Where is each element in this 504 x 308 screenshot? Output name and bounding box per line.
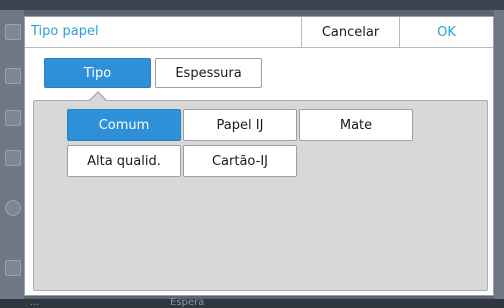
tool-icon (5, 260, 21, 276)
doc-icon (5, 110, 21, 126)
ok-button[interactable]: OK (399, 17, 493, 47)
dialog-title: Tipo papel (31, 24, 99, 39)
cancel-button[interactable]: Cancelar (301, 17, 399, 47)
doc-icon (5, 150, 21, 166)
options-panel: Comum Papel IJ Mate Alta qualid. Cartão-… (33, 100, 488, 291)
option-papel-ij[interactable]: Papel IJ (183, 109, 297, 141)
background-left-sidebar (0, 10, 24, 300)
status-text: Espera (170, 297, 205, 308)
tab-pointer-fill (90, 93, 106, 101)
doc-icon (5, 24, 21, 40)
check-icon (5, 200, 21, 216)
background-top-bar (0, 0, 504, 10)
status-text: ... (30, 297, 40, 308)
option-cartao-ij[interactable]: Cartão-IJ (183, 145, 297, 177)
option-alta-qualid[interactable]: Alta qualid. (67, 145, 181, 177)
option-comum[interactable]: Comum (67, 109, 181, 141)
dialog-header: Tipo papel Cancelar OK (25, 17, 493, 48)
paper-type-dialog: Tipo papel Cancelar OK Tipo Espessura Co… (24, 16, 494, 296)
option-mate[interactable]: Mate (299, 109, 413, 141)
tab-espessura[interactable]: Espessura (155, 58, 262, 88)
background-right-edge (494, 10, 504, 300)
background-status-bar: ... Espera (0, 297, 504, 308)
doc-icon (5, 68, 21, 84)
tab-tipo[interactable]: Tipo (44, 58, 151, 88)
